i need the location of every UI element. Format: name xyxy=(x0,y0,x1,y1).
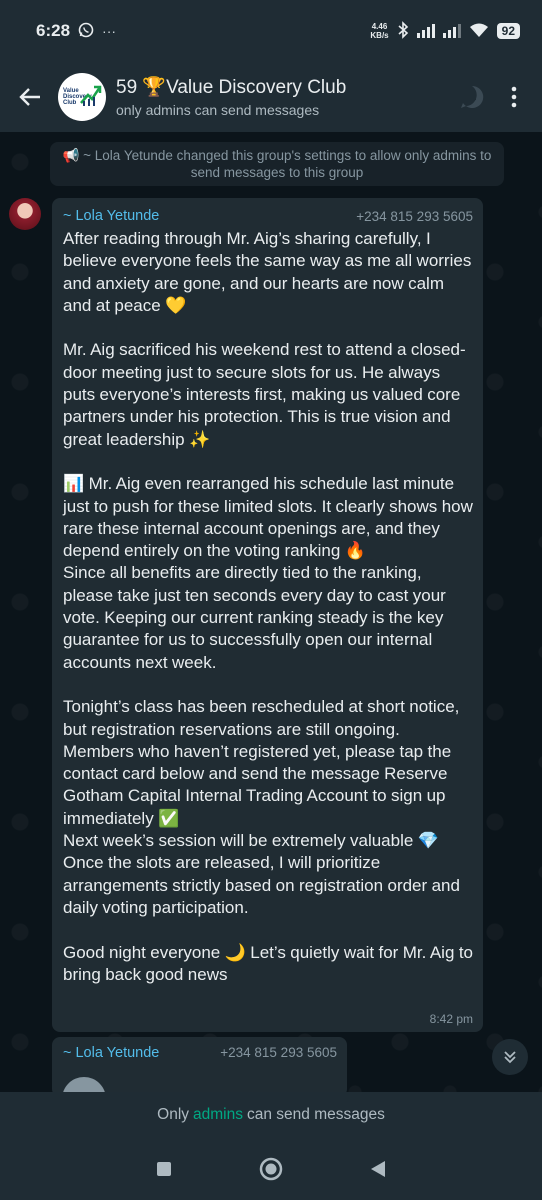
message-bubble[interactable]: ~ Lola Yetunde +234 815 293 5605 After r… xyxy=(52,198,483,1032)
signal-icon xyxy=(416,24,435,38)
voice-chat-icon[interactable] xyxy=(458,83,486,111)
double-chevron-down-icon xyxy=(504,1051,516,1064)
netspeed-unit: KB/s xyxy=(370,31,389,40)
message-time: 8:42 pm xyxy=(429,1012,473,1026)
group-title: 59 🏆Value Discovery Club xyxy=(116,76,347,98)
message-bubble[interactable]: ~ Lola Yetunde +234 815 293 5605 xyxy=(52,1037,347,1097)
admins-link[interactable]: admins xyxy=(193,1106,243,1124)
sender-name[interactable]: ~ Lola Yetunde xyxy=(63,1045,159,1061)
sender-phone[interactable]: +234 815 293 5605 xyxy=(356,209,473,224)
network-speed: 4.46 KB/s xyxy=(370,22,388,40)
footer-prefix: Only xyxy=(157,1105,190,1123)
battery-icon: 92 xyxy=(496,23,520,39)
back-arrow-icon[interactable] xyxy=(16,83,44,111)
whatsapp-icon xyxy=(78,22,94,41)
system-navigation-bar xyxy=(0,1137,542,1200)
more-notifications-icon: ··· xyxy=(102,23,117,39)
home-icon[interactable] xyxy=(256,1154,286,1184)
sender-name[interactable]: ~ Lola Yetunde xyxy=(63,208,159,224)
bluetooth-icon xyxy=(397,20,409,42)
message-text: After reading through Mr. Aig’s sharing … xyxy=(63,229,474,984)
footer-suffix: can send messages xyxy=(246,1105,385,1123)
group-avatar[interactable]: Value Discovery Club xyxy=(58,73,106,121)
status-time: 6:28 xyxy=(36,21,71,40)
group-subtitle: only admins can send messages xyxy=(116,101,320,118)
chat-area[interactable]: 📢 ~ Lola Yetunde changed this group's se… xyxy=(0,132,542,1097)
more-vert-icon[interactable] xyxy=(500,83,528,111)
netspeed-value: 4.46 xyxy=(371,22,388,31)
sender-avatar[interactable] xyxy=(9,198,41,230)
wifi-icon xyxy=(469,22,489,41)
admins-only-footer: Only admins can send messages xyxy=(0,1092,542,1137)
signal-icon xyxy=(442,24,461,38)
group-info[interactable]: 59 🏆Value Discovery Club only admins can… xyxy=(116,77,444,118)
system-message: 📢 ~ Lola Yetunde changed this group's se… xyxy=(50,142,504,186)
scroll-down-button[interactable] xyxy=(492,1039,528,1075)
chat-header: Value Discovery Club 59 🏆Value Discovery… xyxy=(0,62,542,132)
sender-phone[interactable]: +234 815 293 5605 xyxy=(220,1045,337,1061)
chart-arrow-icon xyxy=(80,85,102,106)
status-bar: 6:28 ··· 4.46 KB/s 92 xyxy=(0,0,542,62)
back-icon[interactable] xyxy=(363,1154,393,1184)
recents-icon[interactable] xyxy=(149,1154,179,1184)
